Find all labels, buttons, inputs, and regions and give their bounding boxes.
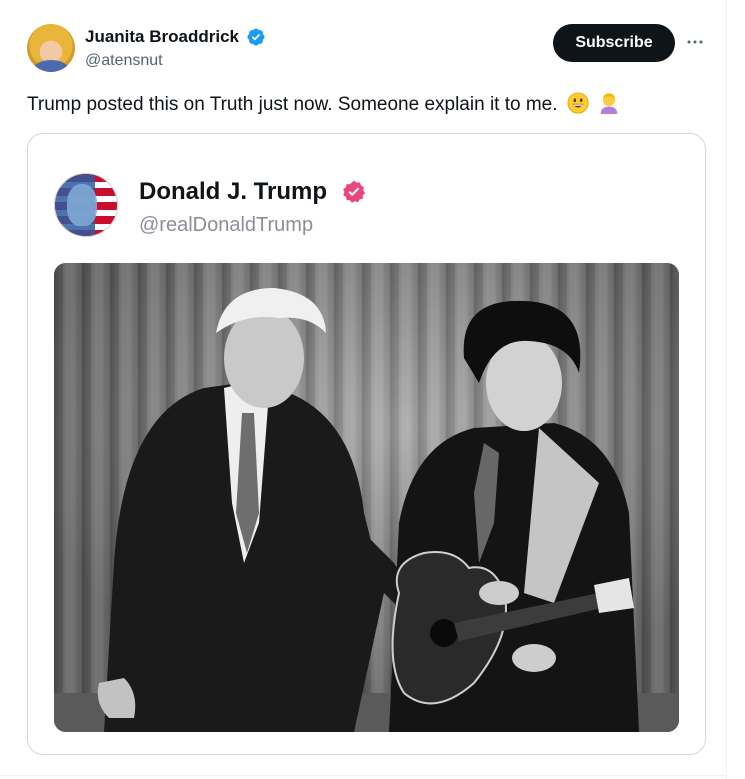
author-header: Juanita Broaddrick xyxy=(85,26,266,48)
more-options-icon[interactable] xyxy=(684,31,706,53)
post-bottom-divider xyxy=(0,775,726,776)
quoted-author-name[interactable]: Donald J. Trump xyxy=(139,177,327,207)
grinning-face-emoji xyxy=(567,92,589,114)
quoted-author-avatar[interactable] xyxy=(54,173,118,237)
verified-badge-icon xyxy=(247,28,265,46)
author-avatar[interactable] xyxy=(27,24,75,72)
subscribe-button[interactable]: Subscribe xyxy=(553,24,675,62)
black-and-white-photo-illustration xyxy=(54,263,679,732)
author-name[interactable]: Juanita Broaddrick xyxy=(85,26,239,48)
tweet-text-container: Trump posted this on Truth just now. Som… xyxy=(27,92,620,118)
timeline-border xyxy=(726,0,727,779)
tweet-text: Trump posted this on Truth just now. Som… xyxy=(27,94,558,115)
author-handle[interactable]: @atensnut xyxy=(85,50,163,72)
quoted-post-image[interactable] xyxy=(54,263,679,732)
quoted-author-handle[interactable]: @realDonaldTrump xyxy=(139,212,313,238)
person-facepalming-emoji xyxy=(600,93,618,114)
truth-verified-icon xyxy=(343,180,365,203)
